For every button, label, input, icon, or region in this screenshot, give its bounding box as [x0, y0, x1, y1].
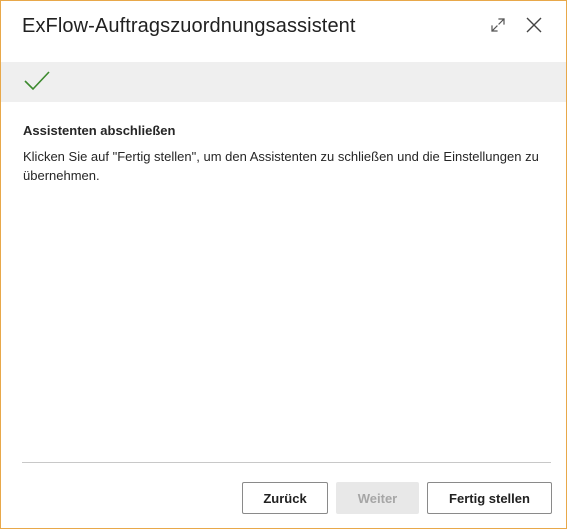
section-text: Klicken Sie auf "Fertig stellen", um den… [23, 149, 539, 183]
wizard-dialog: ExFlow-Auftragszuordnungsassistent Assis… [0, 0, 567, 529]
footer-divider [22, 462, 551, 463]
status-banner [1, 62, 566, 102]
next-button[interactable]: Weiter [336, 482, 419, 514]
finish-button[interactable]: Fertig stellen [427, 482, 552, 514]
title-bar-actions [488, 15, 544, 35]
expand-icon[interactable] [488, 15, 508, 35]
back-button[interactable]: Zurück [242, 482, 328, 514]
close-icon[interactable] [524, 15, 544, 35]
dialog-title: ExFlow-Auftragszuordnungsassistent [22, 15, 356, 37]
section-heading: Assistenten abschließen [23, 123, 176, 138]
checkmark-icon [24, 70, 50, 97]
